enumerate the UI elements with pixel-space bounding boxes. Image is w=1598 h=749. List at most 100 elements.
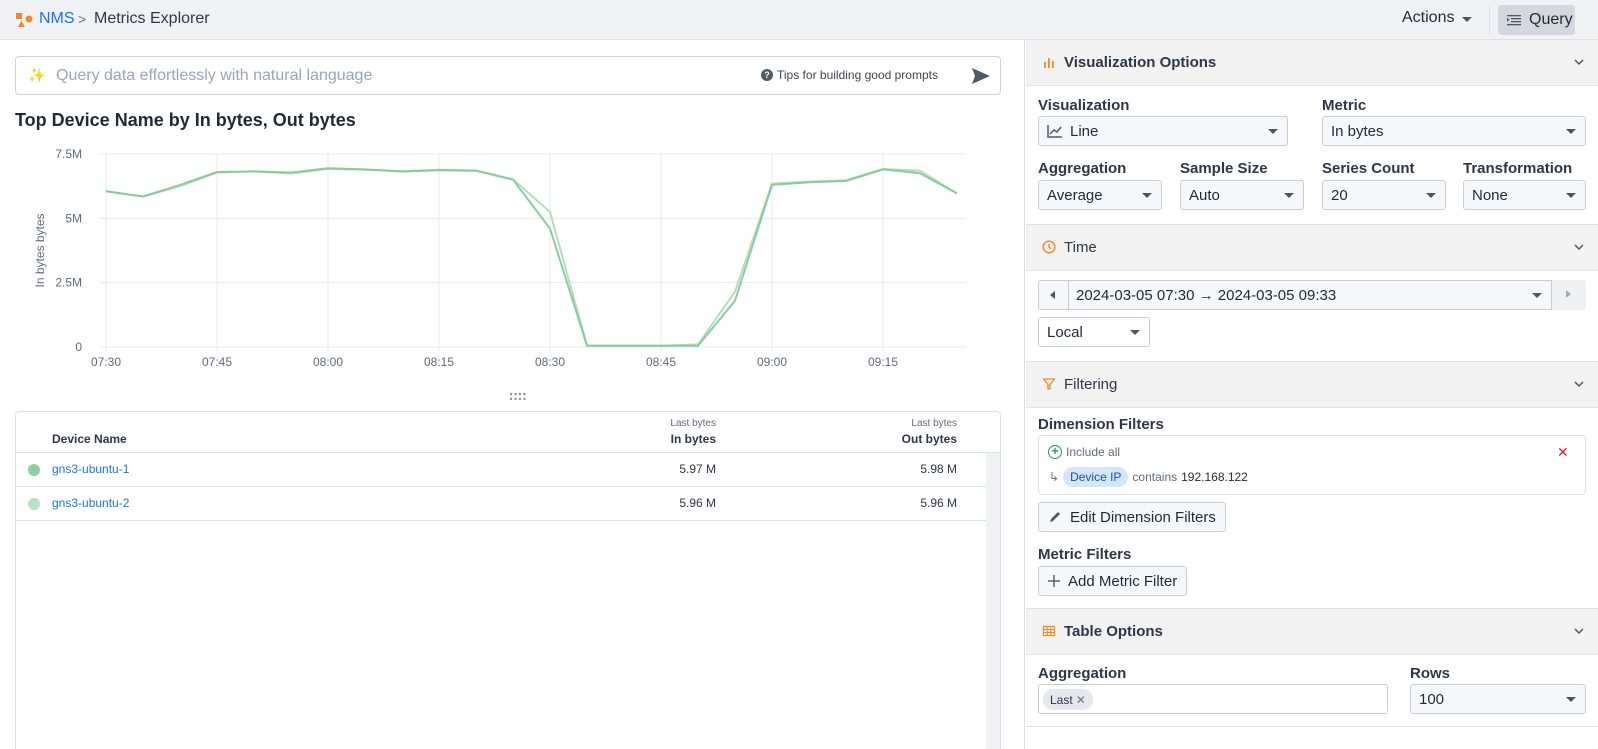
column-subheader: Last bytes — [670, 418, 716, 429]
chevron-down-icon — [1574, 244, 1584, 251]
x-tick-label: 09:00 — [757, 355, 787, 369]
prompt-tips-link[interactable]: ? Tips for building good prompts — [761, 68, 938, 82]
table-options-header[interactable]: Table Options — [1026, 609, 1598, 655]
add-metric-filter-button[interactable]: Add Metric Filter — [1038, 566, 1188, 596]
time-range-select[interactable]: 2024-03-05 07:30 → 2024-03-05 09:33 — [1068, 280, 1552, 310]
next-time-range-button[interactable] — [1552, 280, 1586, 310]
section-title: Filtering — [1064, 376, 1118, 393]
natural-language-query-bar: ✨ ? Tips for building good prompts — [15, 56, 1001, 95]
include-all-group[interactable]: + Include all — [1048, 445, 1120, 459]
visualization-select[interactable]: Line — [1038, 116, 1288, 146]
y-tick-label: 5M — [65, 211, 82, 225]
metric-label: Metric — [1322, 97, 1367, 114]
prompt-tips-label: Tips for building good prompts — [777, 68, 938, 82]
caret-down-icon — [1532, 293, 1542, 298]
clock-icon — [1042, 240, 1056, 254]
series-line-gns3-ubuntu-2 — [105, 167, 958, 347]
chart-title: Top Device Name by In bytes, Out bytes — [15, 110, 356, 130]
series-color-dot — [28, 498, 40, 510]
timezone-value: Local — [1047, 323, 1083, 341]
visualization-options-header[interactable]: Visualization Options — [1026, 40, 1598, 86]
column-header-out-bytes[interactable]: Last bytes Out bytes — [886, 418, 957, 446]
query-panel-toggle-button[interactable]: Query — [1498, 5, 1575, 35]
results-table: Device Name Last bytes In bytes Last byt… — [15, 411, 1001, 749]
dimension-tag[interactable]: Device IP — [1063, 467, 1129, 487]
y-tick-label: 7.5M — [55, 147, 82, 161]
transformation-select[interactable]: None — [1463, 180, 1586, 210]
list-indent-icon — [1507, 15, 1521, 26]
pencil-icon — [1050, 512, 1060, 522]
y-tick-label: 0 — [75, 340, 82, 354]
breadcrumb-root[interactable]: NMS — [39, 10, 75, 28]
main-content: ✨ ? Tips for building good prompts Top D… — [0, 40, 1025, 749]
table-grid-icon — [1042, 625, 1056, 637]
rows-label: Rows — [1410, 665, 1451, 682]
time-header[interactable]: Time — [1026, 225, 1598, 271]
column-header-device-name[interactable]: Device Name — [52, 432, 127, 446]
rows-select[interactable]: 100 — [1410, 684, 1586, 714]
table-header: Device Name Last bytes In bytes Last byt… — [16, 412, 1000, 453]
sample-size-value: Auto — [1189, 186, 1220, 204]
series-count-select[interactable]: 20 — [1322, 180, 1446, 210]
aggregation-select[interactable]: Average — [1038, 180, 1162, 210]
previous-time-range-button[interactable] — [1038, 280, 1068, 310]
metric-select[interactable]: In bytes — [1322, 116, 1586, 146]
device-name-link[interactable]: gns3-ubuntu-1 — [52, 462, 129, 476]
actions-label: Actions — [1402, 9, 1455, 26]
column-subheader: Last bytes — [911, 418, 957, 429]
x-tick-label: 09:15 — [868, 355, 898, 369]
filter-operator: contains — [1132, 470, 1178, 484]
sparkle-icon: ✨ — [28, 67, 46, 83]
x-tick-label: 07:30 — [91, 355, 121, 369]
dimension-filters-label: Dimension Filters — [1038, 416, 1164, 433]
y-axis-label: In bytes bytes — [33, 213, 47, 287]
column-header-in-bytes[interactable]: Last bytes In bytes — [646, 418, 716, 446]
section-title: Table Options — [1064, 623, 1163, 640]
x-tick-label: 08:30 — [535, 355, 565, 369]
aggregation-chip: Last ✕ — [1043, 689, 1093, 710]
breadcrumb-current: Metrics Explorer — [94, 10, 210, 27]
divider — [1026, 726, 1598, 727]
add-metric-filter-label: Add Metric Filter — [1068, 572, 1178, 590]
aggregation-chip-label: Last — [1050, 692, 1073, 707]
series-count-value: 20 — [1331, 186, 1348, 204]
include-all-label: Include all — [1066, 445, 1121, 459]
table-aggregation-input[interactable]: Last ✕ — [1038, 684, 1388, 714]
aggregation-label: Aggregation — [1038, 160, 1127, 177]
caret-down-icon — [1426, 193, 1436, 198]
sample-size-select[interactable]: Auto — [1180, 180, 1304, 210]
section-title: Time — [1064, 239, 1097, 256]
nms-logo-icon[interactable] — [15, 11, 33, 29]
filtering-header[interactable]: Filtering — [1026, 362, 1598, 408]
caret-down-icon — [1462, 16, 1473, 22]
natural-language-query-input[interactable] — [56, 63, 716, 89]
chevron-down-icon — [1574, 59, 1584, 66]
actions-menu-button[interactable]: Actions — [1402, 9, 1473, 27]
remove-chip-icon[interactable]: ✕ — [1076, 693, 1086, 707]
out-bytes-value: 5.96 M — [920, 496, 957, 510]
rows-value: 100 — [1419, 690, 1445, 708]
top-bar: NMS > Metrics Explorer Actions Query — [0, 0, 1598, 40]
caret-down-icon — [1268, 129, 1278, 134]
filter-value: 192.168.122 — [1181, 470, 1248, 484]
remove-filter-button[interactable]: ✕ — [1557, 444, 1569, 461]
plus-icon — [1048, 575, 1060, 587]
resize-handle-icon[interactable] — [508, 391, 528, 403]
out-bytes-value: 5.98 M — [920, 462, 957, 476]
timezone-select[interactable]: Local — [1038, 317, 1150, 347]
metric-filters-label: Metric Filters — [1038, 546, 1132, 563]
x-tick-label: 08:45 — [646, 355, 676, 369]
caret-down-icon — [1566, 697, 1576, 702]
table-scrollbar[interactable] — [986, 453, 1000, 749]
caret-down-icon — [1130, 330, 1140, 335]
line-chart-svg: 0 2.5M 5M 7.5M 07:30 07:45 08:00 08:15 08:30 08:4… — [33, 147, 966, 369]
line-chart: 0 2.5M 5M 7.5M 07:30 07:45 08:00 08:15 08:30 08:4… — [20, 140, 1000, 380]
column-header-label: Out bytes — [901, 432, 957, 446]
in-bytes-value: 5.97 M — [679, 462, 716, 476]
device-name-link[interactable]: gns3-ubuntu-2 — [52, 496, 129, 510]
table-aggregation-label: Aggregation — [1038, 665, 1127, 682]
send-icon[interactable] — [971, 67, 991, 85]
line-chart-icon — [1047, 125, 1062, 138]
edit-dimension-filters-button[interactable]: Edit Dimension Filters — [1038, 502, 1226, 532]
breadcrumb-separator: > — [78, 11, 87, 27]
